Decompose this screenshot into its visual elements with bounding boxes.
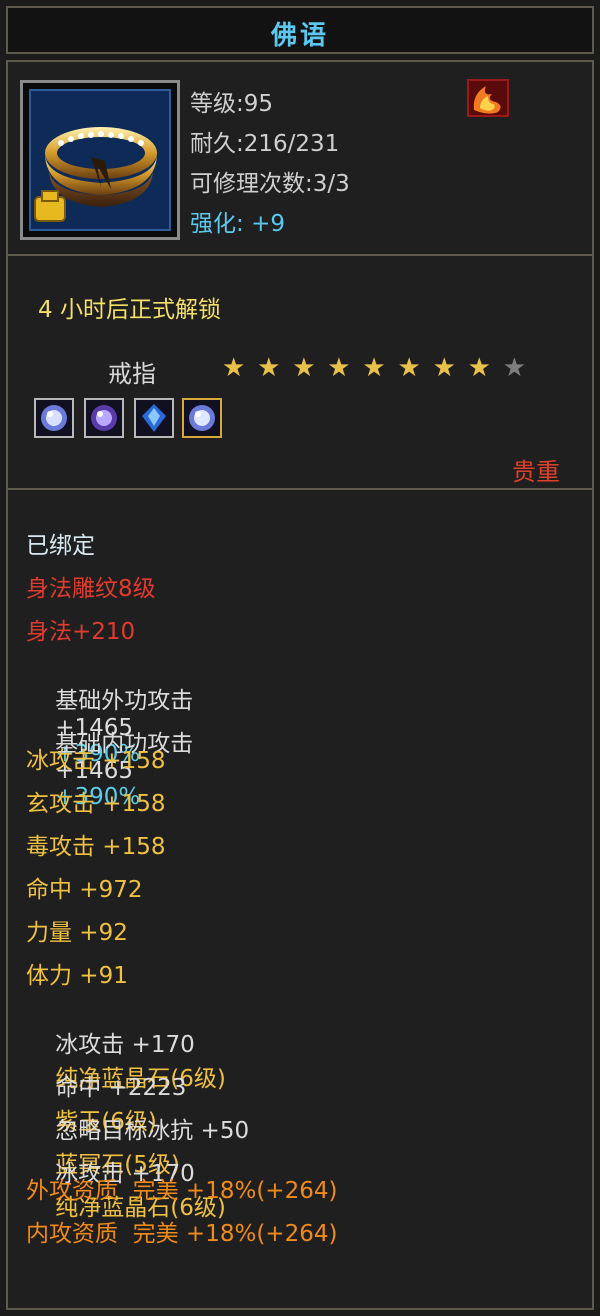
star-icon: ★ (467, 353, 491, 383)
ext-quality-stat: 外攻资质 完美 +18%(+264) (26, 1178, 338, 1204)
gem-socket-icon[interactable] (84, 398, 124, 438)
star-icon: ★ (292, 353, 316, 383)
star-icon: ★ (222, 353, 246, 383)
fire-buff-icon[interactable] (466, 78, 510, 118)
durability-label: 耐久: (190, 131, 244, 157)
stamina-stat: 体力 +91 (26, 963, 128, 989)
gem-socket-icon[interactable] (134, 398, 174, 438)
poison-attack-stat: 毒攻击 +158 (26, 834, 166, 860)
gem-socket-icon[interactable] (182, 398, 222, 438)
level-line: 等级:95 (190, 84, 273, 118)
enhance-value: +9 (251, 211, 285, 237)
item-icon-frame[interactable] (20, 80, 180, 240)
star-icon: ★ (257, 353, 281, 383)
star-empty-icon: ★ (502, 353, 527, 383)
star-icon: ★ (327, 353, 351, 383)
ice-attack-stat: 冰攻击 +158 (26, 748, 166, 774)
star-icon: ★ (397, 353, 421, 383)
enhance-label: 强化: (190, 211, 244, 237)
star-icon: ★ (362, 353, 386, 383)
int-quality-stat: 内攻资质 完美 +18%(+264) (26, 1221, 338, 1247)
level-label: 等级: (190, 91, 244, 117)
rarity-label: 贵重 (512, 458, 560, 486)
gem-socket-icon[interactable] (34, 398, 74, 438)
star-icon: ★ (432, 353, 456, 383)
item-name: 佛语 (270, 21, 329, 51)
durability-line: 耐久:216/231 (190, 124, 339, 158)
repair-label: 可修理次数: (190, 171, 313, 197)
level-value: 95 (243, 91, 274, 117)
title-bar: 佛语 (6, 6, 594, 54)
xuan-attack-stat: 玄攻击 +158 (26, 791, 166, 817)
engrave-stat: 身法雕纹8级 (26, 576, 156, 602)
star-rating: ★ ★ ★ ★ ★ ★ ★ ★ ★ (222, 353, 533, 386)
strength-stat: 力量 +92 (26, 920, 128, 946)
enhance-line: 强化: +9 (190, 204, 285, 238)
item-tooltip: 佛语 等级:95 耐久:216/231 可修理次数:3/3 强化: +9 4 小… (0, 0, 600, 1316)
repair-value: 3/3 (312, 171, 350, 197)
unlock-notice: 4 小时后正式解锁 (38, 297, 221, 323)
agility-stat: 身法+210 (26, 619, 136, 645)
durability-value: 216/231 (243, 131, 340, 157)
item-type: 戒指 (108, 360, 156, 388)
bound-status: 已绑定 (26, 533, 95, 559)
hit-stat: 命中 +972 (26, 877, 143, 903)
repair-line: 可修理次数:3/3 (190, 164, 350, 198)
ring-item-icon (29, 89, 171, 231)
